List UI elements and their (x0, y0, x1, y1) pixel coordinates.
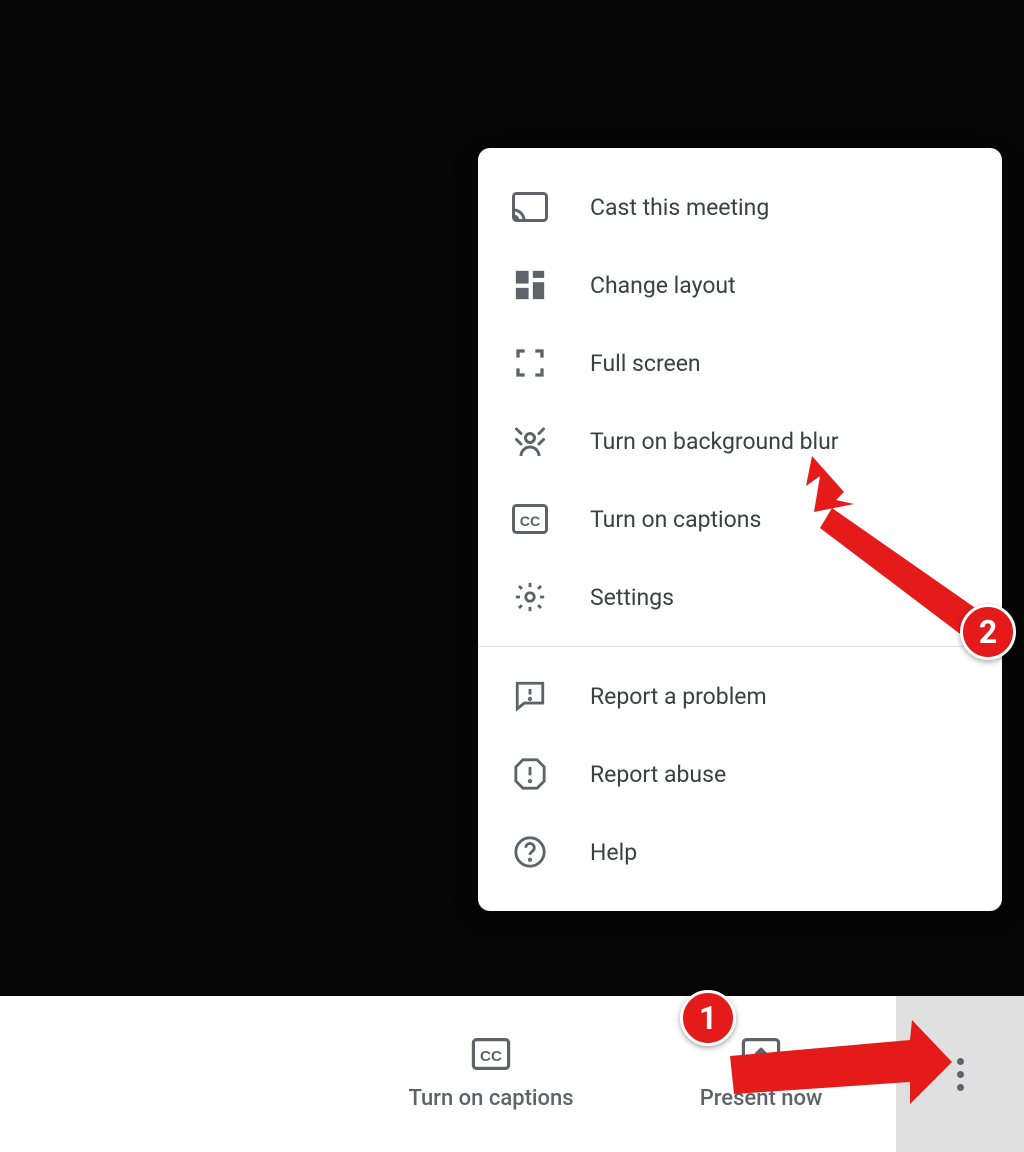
menu-item-help[interactable]: Help (478, 813, 1002, 891)
bottom-toolbar: CC Turn on captions Present now (0, 996, 1024, 1152)
menu-item-layout[interactable]: Change layout (478, 246, 1002, 324)
menu-item-label: Help (590, 841, 637, 864)
svg-text:CC: CC (520, 514, 541, 530)
present-icon (741, 1038, 781, 1076)
more-options-button[interactable] (896, 996, 1024, 1152)
more-vert-icon (957, 1055, 964, 1094)
menu-item-report-abuse[interactable]: Report abuse (478, 735, 1002, 813)
menu-item-captions[interactable]: CC Turn on captions (478, 480, 1002, 558)
annotation-badge-2: 2 (960, 604, 1016, 660)
present-button[interactable]: Present now (626, 996, 896, 1152)
menu-item-report-problem[interactable]: Report a problem (478, 657, 1002, 735)
layout-icon (512, 267, 548, 303)
octagon-icon (512, 756, 548, 792)
annotation-badge-1: 1 (680, 990, 736, 1046)
menu-divider (478, 646, 1002, 647)
captions-label: Turn on captions (408, 1086, 573, 1111)
cast-icon (512, 189, 548, 225)
feedback-icon (512, 678, 548, 714)
menu-item-label: Turn on background blur (590, 430, 839, 453)
cc-icon: CC (512, 501, 548, 537)
help-icon (512, 834, 548, 870)
captions-button[interactable]: CC Turn on captions (356, 996, 626, 1152)
cc-icon: CC (471, 1038, 511, 1076)
blur-icon (512, 423, 548, 459)
menu-item-label: Change layout (590, 274, 736, 297)
menu-item-label: Full screen (590, 352, 701, 375)
menu-item-label: Turn on captions (590, 508, 761, 531)
menu-item-label: Cast this meeting (590, 196, 769, 219)
menu-item-settings[interactable]: Settings (478, 558, 1002, 636)
menu-item-fullscreen[interactable]: Full screen (478, 324, 1002, 402)
present-label: Present now (700, 1086, 823, 1111)
settings-icon (512, 579, 548, 615)
fullscreen-icon (512, 345, 548, 381)
menu-item-cast[interactable]: Cast this meeting (478, 168, 1002, 246)
menu-item-label: Report abuse (590, 763, 726, 786)
menu-item-label: Settings (590, 586, 674, 609)
menu-item-label: Report a problem (590, 685, 767, 708)
menu-item-background-blur[interactable]: Turn on background blur (478, 402, 1002, 480)
more-options-menu: Cast this meeting Change layout Full scr… (478, 148, 1002, 911)
svg-text:CC: CC (480, 1048, 502, 1065)
